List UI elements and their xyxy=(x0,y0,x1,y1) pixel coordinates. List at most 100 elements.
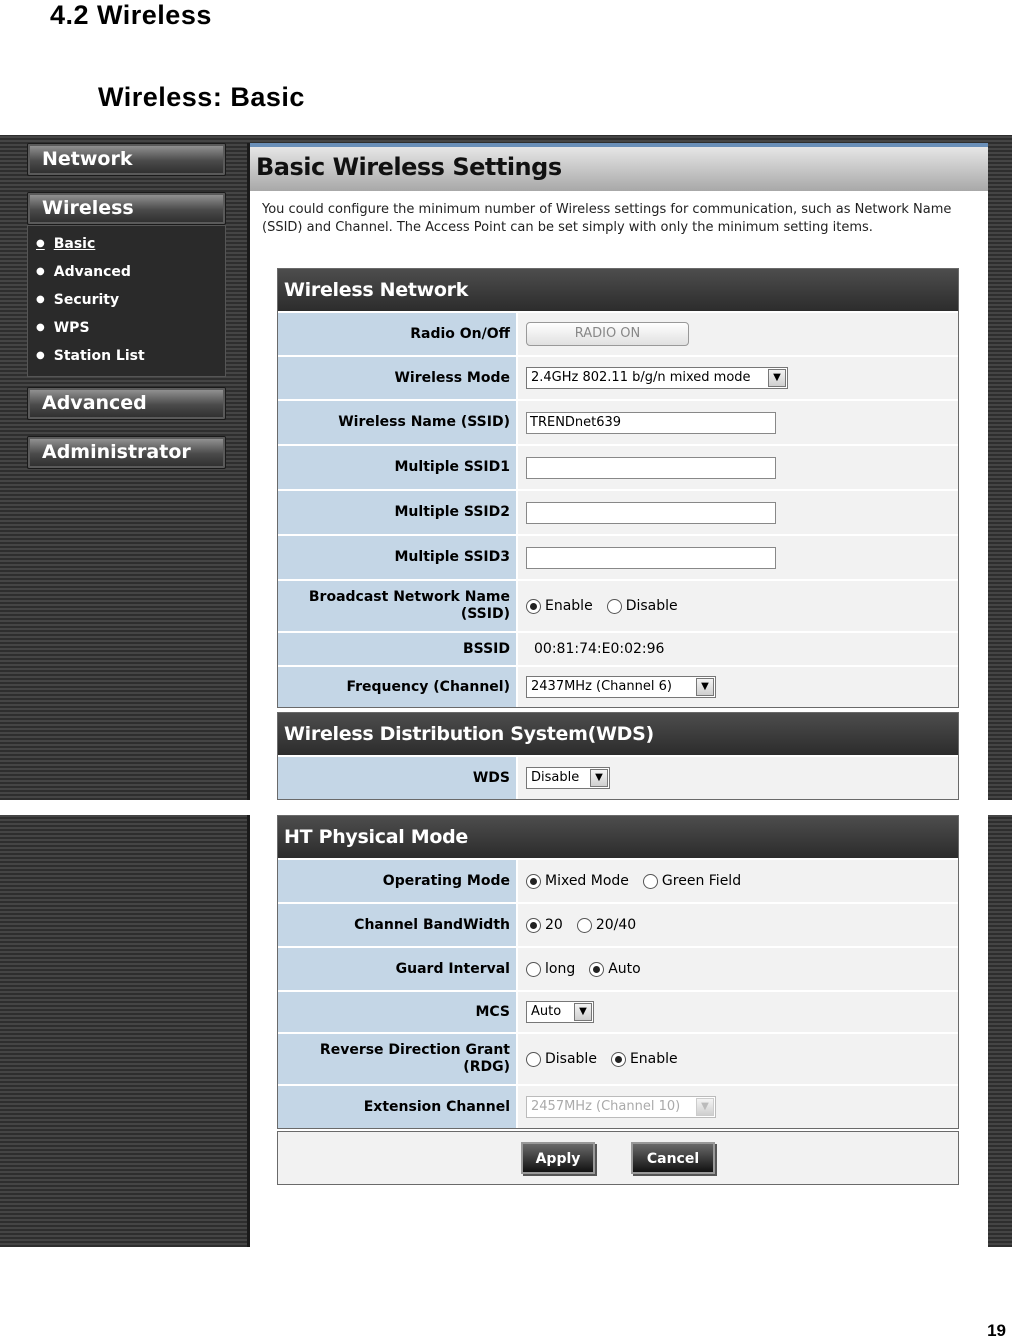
mcs-select[interactable]: Auto ▼ xyxy=(526,1001,594,1023)
frequency-select[interactable]: 2437MHz (Channel 6) ▼ xyxy=(526,676,716,698)
row-mssid2: Multiple SSID2 xyxy=(278,489,958,534)
submenu-item-advanced[interactable]: Advanced xyxy=(28,258,225,286)
broadcast-label-line1: Broadcast Network Name xyxy=(308,589,510,605)
mssid1-label: Multiple SSID1 xyxy=(278,446,516,489)
bssid-value: 00:81:74:E0:02:96 xyxy=(534,641,665,657)
chevron-down-icon: ▼ xyxy=(768,369,786,387)
rdg-enable-radio[interactable]: Enable xyxy=(610,1051,678,1067)
guard-long-label: long xyxy=(545,961,576,977)
section-title: 4.2 Wireless xyxy=(50,0,212,30)
chevron-down-icon: ▼ xyxy=(696,1098,714,1116)
frequency-label: Frequency (Channel) xyxy=(278,667,516,707)
radio-selected-icon xyxy=(526,873,541,889)
apply-button[interactable]: Apply xyxy=(521,1142,595,1174)
mssid2-label: Multiple SSID2 xyxy=(278,491,516,534)
mssid2-input[interactable] xyxy=(526,501,776,524)
section-heading: Wireless Network xyxy=(278,269,958,311)
radio-label: Radio On/Off xyxy=(278,313,516,355)
ssid-input[interactable]: TRENDnet639 xyxy=(526,411,776,434)
rdg-label: Reverse Direction Grant (RDG) xyxy=(278,1034,516,1084)
rdg-label-line2: (RDG) xyxy=(463,1059,510,1075)
page-title-bar: Basic Wireless Settings xyxy=(250,143,988,191)
ht-physical-mode-section: HT Physical Mode Operating Mode Mixed Mo… xyxy=(277,815,959,1129)
radio-selected-icon xyxy=(526,917,541,933)
green-field-radio[interactable]: Green Field xyxy=(642,873,742,889)
rdg-enable-label: Enable xyxy=(629,1051,678,1067)
wds-label: WDS xyxy=(278,757,516,799)
nav-network-button[interactable]: Network xyxy=(27,143,226,176)
row-mssid1: Multiple SSID1 xyxy=(278,444,958,489)
row-ssid: Wireless Name (SSID) TRENDnet639 xyxy=(278,399,958,444)
ssid-label: Wireless Name (SSID) xyxy=(278,401,516,444)
submenu-item-basic[interactable]: Basic xyxy=(28,230,225,258)
content-panel: Basic Wireless Settings You could config… xyxy=(247,143,988,800)
row-operating-mode: Operating Mode Mixed Mode Green Field xyxy=(278,858,958,902)
radio-unselected-icon xyxy=(606,598,622,614)
rdg-disable-radio[interactable]: Disable xyxy=(526,1051,597,1067)
chevron-down-icon: ▼ xyxy=(590,769,608,787)
guard-auto-radio[interactable]: Auto xyxy=(589,961,641,977)
mixed-mode-label: Mixed Mode xyxy=(545,873,629,889)
bandwidth-2040-radio[interactable]: 20/40 xyxy=(576,917,636,933)
nav-wireless-button[interactable]: Wireless xyxy=(27,192,226,225)
button-bar: Apply Cancel xyxy=(277,1131,959,1185)
row-guard-interval: Guard Interval long Auto xyxy=(278,946,958,990)
wds-value: Disable xyxy=(531,770,580,785)
wireless-submenu: Basic Advanced Security WPS Station List xyxy=(27,225,226,377)
radio-on-button[interactable]: RADIO ON xyxy=(526,322,689,346)
sidebar-nav: Network Wireless Basic Advanced Security… xyxy=(27,143,226,469)
bssid-label: BSSID xyxy=(278,633,516,665)
bandwidth-label: Channel BandWidth xyxy=(278,904,516,946)
bandwidth-20-radio[interactable]: 20 xyxy=(526,917,563,933)
wds-select[interactable]: Disable ▼ xyxy=(526,767,610,789)
screenshot-bottom: HT Physical Mode Operating Mode Mixed Mo… xyxy=(0,815,1012,1247)
row-rdg: Reverse Direction Grant (RDG) Disable Ena… xyxy=(278,1032,958,1084)
mssid1-input[interactable] xyxy=(526,456,776,479)
mcs-label: MCS xyxy=(278,992,516,1032)
right-frame xyxy=(985,815,1012,1247)
submenu-item-security[interactable]: Security xyxy=(28,286,225,314)
broadcast-label-line2: (SSID) xyxy=(460,606,510,622)
radio-selected-icon xyxy=(589,961,605,977)
wireless-mode-label: Wireless Mode xyxy=(278,357,516,399)
guard-long-radio[interactable]: long xyxy=(526,961,575,977)
row-radio: Radio On/Off RADIO ON xyxy=(278,311,958,355)
mssid3-input[interactable] xyxy=(526,546,776,569)
rdg-disable-label: Disable xyxy=(545,1051,597,1067)
nav-administrator-button[interactable]: Administrator xyxy=(27,436,226,469)
radio-selected-icon xyxy=(610,1051,626,1067)
wireless-mode-select[interactable]: 2.4GHz 802.11 b/g/n mixed mode ▼ xyxy=(526,367,788,389)
page-title: Basic Wireless Settings xyxy=(256,153,562,181)
extension-channel-select[interactable]: 2457MHz (Channel 10) ▼ xyxy=(526,1096,716,1118)
nav-advanced-button[interactable]: Advanced xyxy=(27,387,226,420)
mixed-mode-radio[interactable]: Mixed Mode xyxy=(526,873,629,889)
page-number: 19 xyxy=(987,1321,1006,1340)
broadcast-label: Broadcast Network Name (SSID) xyxy=(278,581,516,631)
guard-auto-label: Auto xyxy=(608,961,641,977)
radio-unselected-icon xyxy=(576,917,592,933)
mssid3-label: Multiple SSID3 xyxy=(278,536,516,579)
cancel-button[interactable]: Cancel xyxy=(631,1142,715,1174)
subsection-title: Wireless: Basic xyxy=(98,82,305,112)
broadcast-enable-radio[interactable]: Enable xyxy=(526,598,593,614)
page-intro: You could configure the minimum number o… xyxy=(262,202,952,235)
extension-channel-label: Extension Channel xyxy=(278,1086,516,1128)
extension-channel-value: 2457MHz (Channel 10) xyxy=(531,1099,681,1114)
row-frequency: Frequency (Channel) 2437MHz (Channel 6) ▼ xyxy=(278,665,958,707)
guard-interval-label: Guard Interval xyxy=(278,948,516,990)
radio-unselected-icon xyxy=(526,961,541,977)
green-field-label: Green Field xyxy=(661,873,742,889)
radio-unselected-icon xyxy=(642,873,658,889)
rdg-label-line1: Reverse Direction Grant xyxy=(319,1042,510,1058)
wireless-network-section: Wireless Network Radio On/Off RADIO ON W… xyxy=(277,268,959,708)
section-heading: Wireless Distribution System(WDS) xyxy=(278,713,958,755)
submenu-item-station-list[interactable]: Station List xyxy=(28,342,225,370)
submenu-item-wps[interactable]: WPS xyxy=(28,314,225,342)
broadcast-disable-radio[interactable]: Disable xyxy=(606,598,678,614)
content-panel: HT Physical Mode Operating Mode Mixed Mo… xyxy=(247,815,988,1247)
section-heading: HT Physical Mode xyxy=(278,816,958,858)
row-mssid3: Multiple SSID3 xyxy=(278,534,958,579)
chevron-down-icon: ▼ xyxy=(574,1003,592,1021)
wds-section: Wireless Distribution System(WDS) WDS Di… xyxy=(277,712,959,800)
frequency-value: 2437MHz (Channel 6) xyxy=(531,679,672,694)
